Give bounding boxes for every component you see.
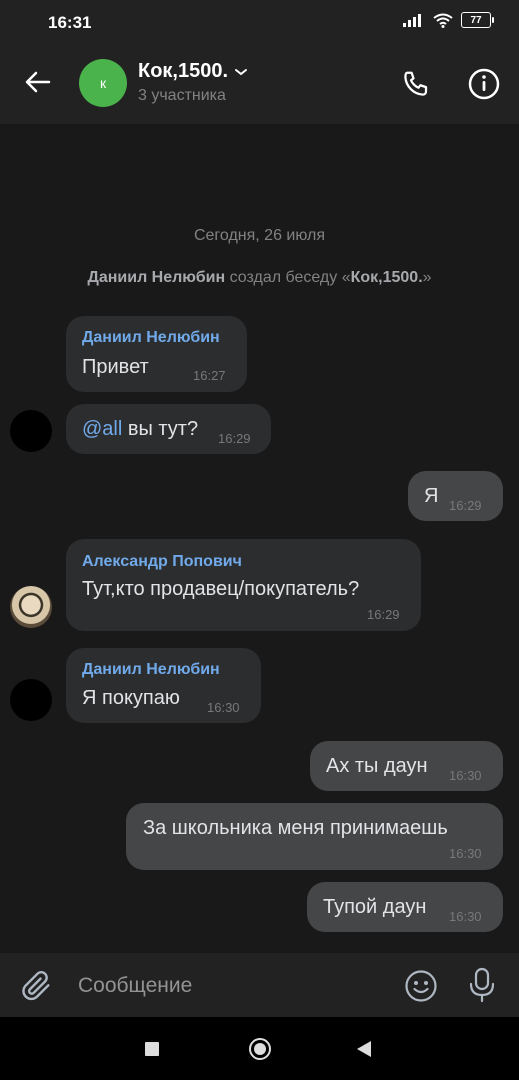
recent-apps-button[interactable] bbox=[145, 1042, 159, 1056]
chat-header: к Кок,1500. 3 участника bbox=[0, 44, 519, 124]
chat-title-row: Кок,1500. bbox=[138, 60, 248, 83]
message-input[interactable] bbox=[76, 971, 390, 1001]
home-button[interactable] bbox=[249, 1038, 271, 1060]
message-time: 16:29 bbox=[449, 498, 482, 513]
message-bubble[interactable]: Даниил Нелюбин Я покупаю 16:30 bbox=[66, 648, 261, 723]
message-sender[interactable]: Александр Попович bbox=[82, 553, 242, 571]
avatar[interactable] bbox=[10, 586, 52, 628]
battery-icon: 77 bbox=[461, 12, 494, 28]
paperclip-icon bbox=[22, 971, 50, 1001]
message-bubble[interactable]: @all вы тут? 16:29 bbox=[66, 404, 271, 454]
system-back-button[interactable] bbox=[357, 1041, 371, 1057]
back-button[interactable] bbox=[20, 64, 56, 100]
call-button[interactable] bbox=[396, 64, 436, 104]
message-sender[interactable]: Даниил Нелюбин bbox=[82, 329, 220, 347]
status-time: 16:31 bbox=[48, 13, 92, 32]
system-nav-bar bbox=[0, 1017, 519, 1080]
message-text: Я покупаю bbox=[82, 687, 180, 709]
message-sender[interactable]: Даниил Нелюбин bbox=[82, 661, 220, 679]
attach-button[interactable] bbox=[20, 969, 54, 1003]
signal-icon bbox=[403, 14, 421, 27]
message-time: 16:29 bbox=[218, 431, 251, 446]
arrow-left-icon bbox=[25, 71, 51, 93]
service-closing: » bbox=[422, 269, 432, 286]
message-text: Тупой даун bbox=[323, 896, 427, 918]
message-text-body: вы тут? bbox=[122, 418, 199, 440]
message-bubble[interactable]: Александр Попович Тут,кто продавец/покуп… bbox=[66, 539, 421, 631]
message-time: 16:30 bbox=[449, 846, 482, 861]
message-time: 16:30 bbox=[207, 700, 240, 715]
status-bar: 16:31 77 bbox=[0, 0, 519, 44]
message-bubble-outgoing[interactable]: Тупой даун 16:30 bbox=[307, 882, 503, 932]
service-action: создал беседу « bbox=[229, 269, 351, 286]
info-button[interactable] bbox=[464, 64, 504, 104]
emoji-button[interactable] bbox=[404, 969, 438, 1003]
home-dot bbox=[254, 1043, 266, 1055]
message-text: Тут,кто продавец/покупатель? bbox=[82, 578, 360, 600]
emoji-icon bbox=[405, 970, 437, 1002]
message-bubble-outgoing[interactable]: За школьника меня принимаешь 16:30 bbox=[126, 803, 503, 870]
chat-avatar[interactable]: к bbox=[79, 59, 127, 107]
message-time: 16:29 bbox=[367, 607, 400, 622]
message-time: 16:27 bbox=[193, 368, 226, 383]
date-separator: Сегодня, 26 июля bbox=[193, 227, 326, 244]
chat-avatar-letter: к bbox=[99, 75, 107, 91]
avatar[interactable] bbox=[10, 679, 52, 721]
message-text: Ах ты даун bbox=[326, 755, 428, 777]
message-bubble-outgoing[interactable]: Ах ты даун 16:30 bbox=[310, 741, 503, 791]
chat-title: Кок,1500. bbox=[138, 60, 229, 82]
microphone-icon bbox=[469, 967, 495, 1003]
message-text: Я bbox=[424, 485, 439, 507]
status-icons: 77 bbox=[403, 12, 494, 28]
info-icon bbox=[468, 68, 500, 100]
message-text: За школьника меня принимаешь bbox=[143, 817, 448, 839]
chevron-down-icon bbox=[235, 68, 248, 75]
message-composer bbox=[0, 953, 519, 1017]
chat-title-area[interactable]: Кок,1500. 3 участника bbox=[138, 60, 248, 105]
chat-subtitle: 3 участника bbox=[138, 87, 226, 104]
battery-level: 77 bbox=[470, 14, 482, 26]
service-message: Даниил Нелюбин создал беседу «Кок,1500.» bbox=[0, 269, 519, 287]
avatar[interactable] bbox=[10, 410, 52, 452]
mention-link[interactable]: @all bbox=[82, 418, 122, 440]
service-chat-name: Кок,1500. bbox=[350, 269, 423, 286]
message-bubble[interactable]: Даниил Нелюбин Привет 16:27 bbox=[66, 316, 247, 392]
message-time: 16:30 bbox=[449, 768, 482, 783]
message-text: @all вы тут? bbox=[82, 418, 198, 441]
message-time: 16:30 bbox=[449, 909, 482, 924]
phone-icon bbox=[404, 71, 428, 96]
message-bubble-outgoing[interactable]: Я 16:29 bbox=[408, 471, 503, 521]
service-author[interactable]: Даниил Нелюбин bbox=[87, 269, 225, 286]
message-text: Привет bbox=[82, 356, 149, 378]
voice-message-button[interactable] bbox=[465, 967, 499, 1003]
wifi-icon bbox=[433, 13, 453, 28]
